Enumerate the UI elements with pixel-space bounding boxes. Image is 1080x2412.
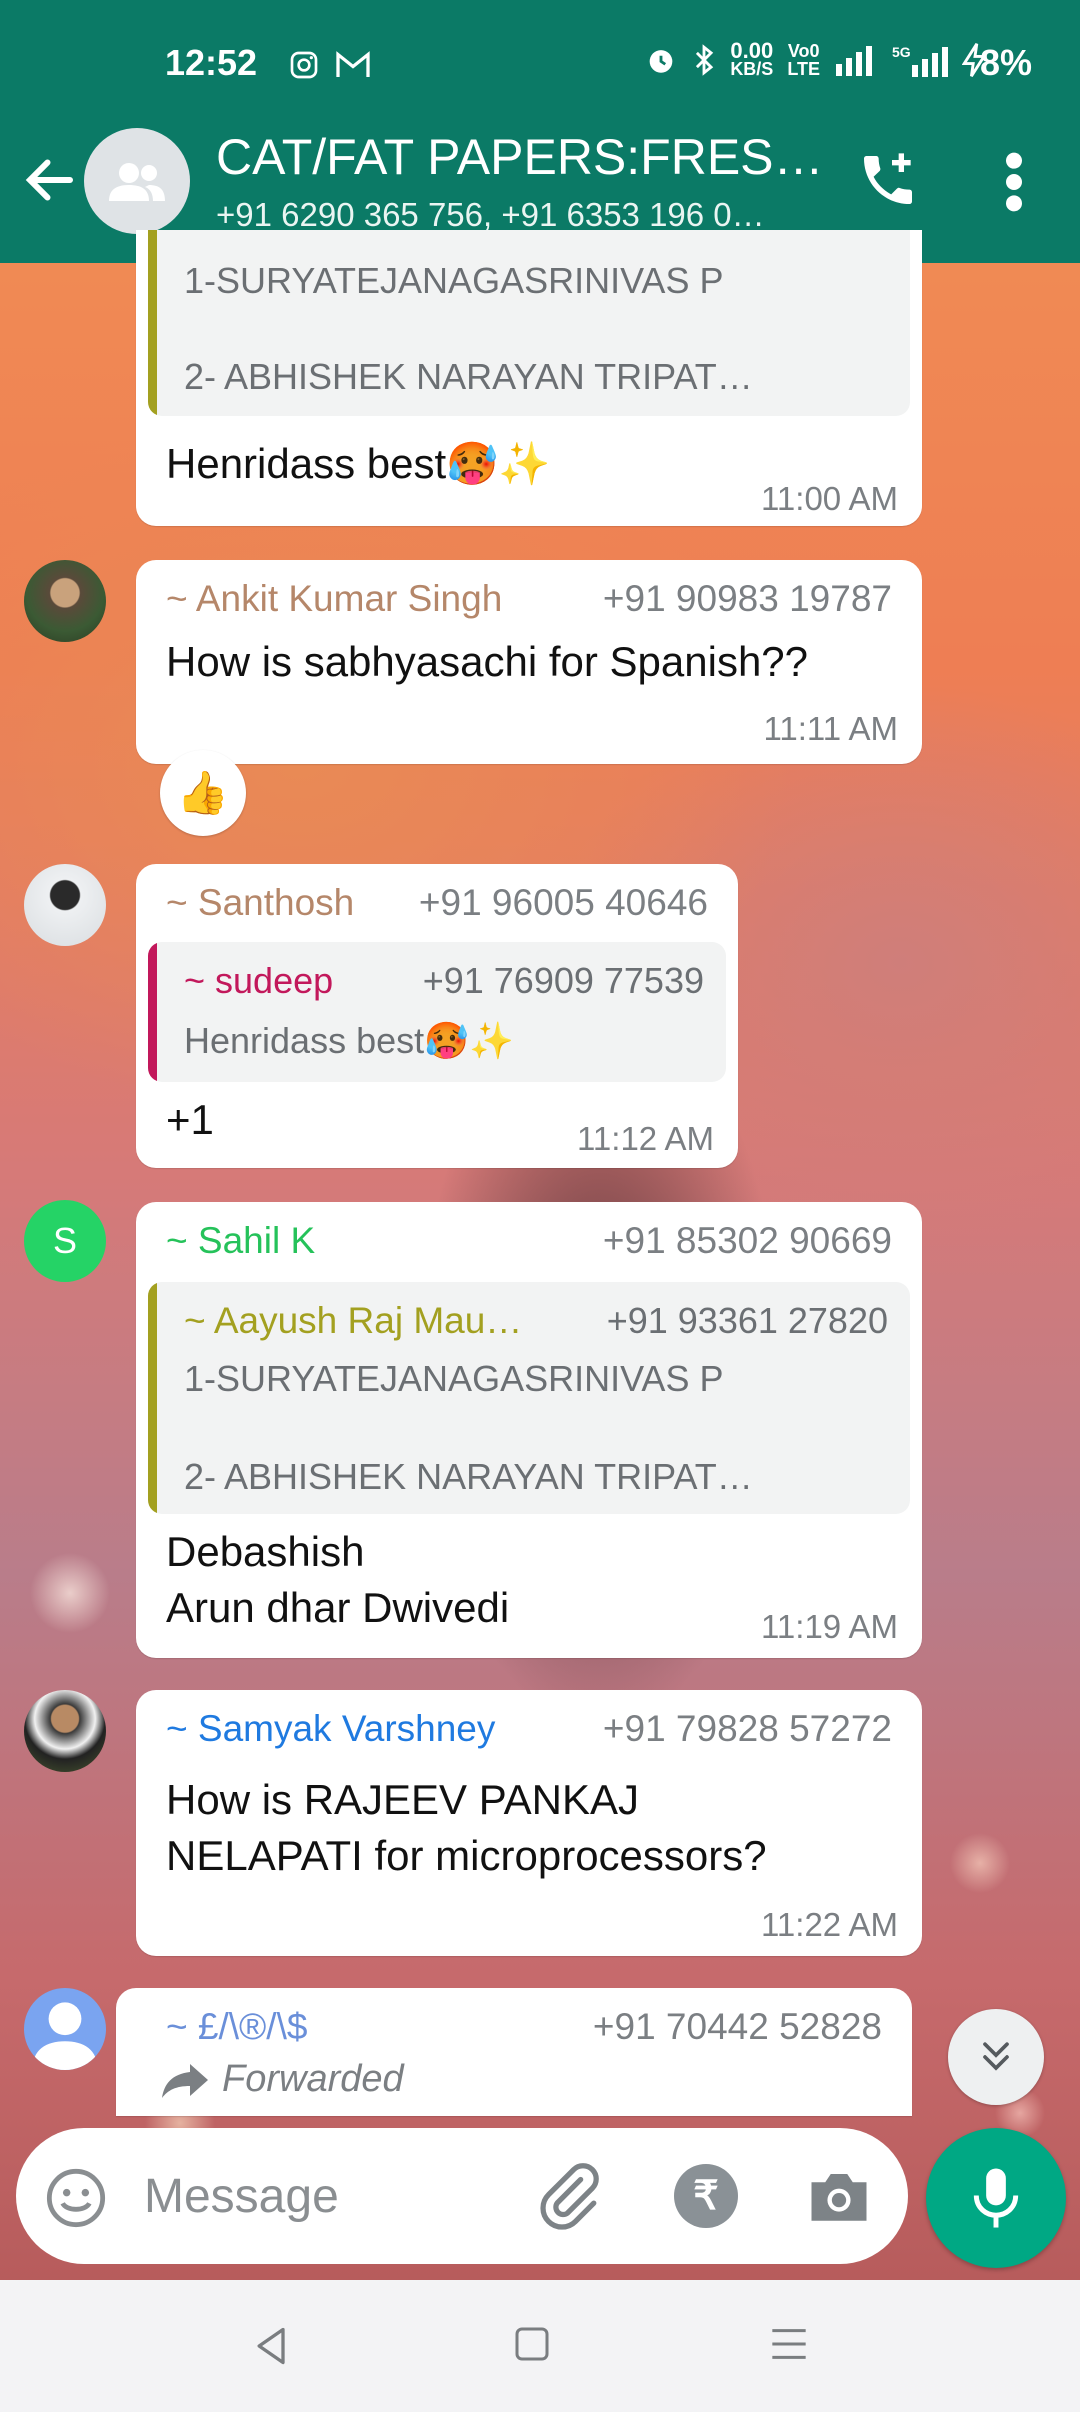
message-input[interactable] xyxy=(144,2162,524,2230)
message-bubble[interactable]: ~ Ankit Kumar Singh +91 90983 19787 How … xyxy=(136,560,922,764)
forward-icon xyxy=(162,2063,208,2098)
status-bar: 12:52 0.00 KB/S Vo0 LTE 5G 8% xyxy=(0,0,1080,120)
group-avatar[interactable] xyxy=(84,128,190,234)
sender-phone: +91 96005 40646 xyxy=(418,882,708,923)
gmail-icon xyxy=(336,50,370,77)
message-bubble[interactable]: ~ £/\®/\$ +91 70442 52828 Forwarded xyxy=(116,1988,912,2116)
sender-phone: +91 70442 52828 xyxy=(592,2006,882,2047)
add-call-icon[interactable] xyxy=(856,148,920,212)
mic-icon xyxy=(973,2168,1019,2228)
quoted-message[interactable]: 1-SURYATEJANAGASRINIVAS P 2- ABHISHEK NA… xyxy=(148,230,910,416)
message-text: How is RAJEEV PANKAJ NELAPATI for microp… xyxy=(166,1776,767,1879)
emoji-icon[interactable] xyxy=(44,2166,108,2230)
signal-5g-icon: 5G xyxy=(892,44,948,77)
message-time: 11:00 AM xyxy=(761,480,898,517)
quote-text: Henridass best🥵✨ xyxy=(184,1020,514,1061)
emoji: 🥵✨ xyxy=(424,1020,514,1061)
bluetooth-icon xyxy=(696,44,714,76)
message-bubble[interactable]: ~ Santhosh +91 96005 40646 ~ sudeep +91 … xyxy=(136,864,738,1168)
message-text: Debashish Arun dhar Dwivedi xyxy=(166,1528,510,1631)
quote-bar xyxy=(148,942,157,1082)
sender-name[interactable]: ~ £/\®/\$ xyxy=(166,2006,307,2047)
sender-name[interactable]: ~ Samyak Varshney xyxy=(166,1708,495,1749)
instagram-icon xyxy=(290,51,318,78)
message-bubble[interactable]: 1-SURYATEJANAGASRINIVAS P 2- ABHISHEK NA… xyxy=(136,230,922,526)
avatar[interactable] xyxy=(24,1988,106,2070)
alarm-icon xyxy=(649,50,673,73)
chat-members[interactable]: +91 6290 365 756, +91 6353 196 0… xyxy=(216,196,765,234)
default-avatar-icon xyxy=(32,2002,98,2070)
sender-row: ~ £/\®/\$ +91 70442 52828 xyxy=(166,2006,882,2048)
quoted-message[interactable]: ~ Aayush Raj Mau… +91 93361 27820 1-SURY… xyxy=(148,1282,910,1514)
quoted-message[interactable]: ~ sudeep +91 76909 77539 Henridass best🥵… xyxy=(148,942,726,1082)
sender-phone: +91 79828 57272 xyxy=(602,1708,892,1749)
back-arrow-icon[interactable] xyxy=(20,150,80,210)
avatar[interactable] xyxy=(24,864,106,946)
quote-sender: ~ sudeep xyxy=(184,960,334,1001)
sender-phone: +91 85302 90669 xyxy=(602,1220,892,1261)
group-icon xyxy=(109,163,165,201)
battery-level: 8% xyxy=(979,42,1032,83)
message-text: +1 xyxy=(166,1096,214,1143)
net-speed: 0.00 KB/S xyxy=(730,38,774,79)
message-bubble[interactable]: ~ Sahil K +91 85302 90669 ~ Aayush Raj M… xyxy=(136,1202,922,1658)
reaction-badge[interactable]: 👍 xyxy=(160,750,246,836)
sender-name[interactable]: ~ Santhosh xyxy=(166,882,354,923)
quote-phone: +91 93361 27820 xyxy=(606,1300,888,1341)
quote-text: 1-SURYATEJANAGASRINIVAS P xyxy=(184,1358,724,1399)
quote-text: 2- ABHISHEK NARAYAN TRIPAT… xyxy=(184,356,753,397)
sender-row: ~ Santhosh +91 96005 40646 xyxy=(166,882,708,924)
nav-back-icon[interactable] xyxy=(250,2324,294,2368)
message-time: 11:12 AM xyxy=(577,1120,714,1157)
chevrons-down-icon xyxy=(983,2042,1009,2071)
avatar[interactable]: S xyxy=(24,1200,106,1282)
sender-row: ~ Ankit Kumar Singh +91 90983 19787 xyxy=(166,578,892,620)
quote-bar xyxy=(148,1282,157,1514)
sender-phone: +91 90983 19787 xyxy=(602,578,892,619)
top-bar: 12:52 0.00 KB/S Vo0 LTE 5G 8% CAT/FAT PAP… xyxy=(0,0,1080,263)
attach-icon[interactable] xyxy=(534,2162,604,2232)
message-text: How is sabhyasachi for Spanish?? xyxy=(166,638,809,685)
notification-icons xyxy=(288,44,371,81)
rupee-icon[interactable]: ₹ xyxy=(674,2164,738,2228)
scroll-to-bottom-button[interactable] xyxy=(948,2009,1044,2105)
message-bubble[interactable]: ~ Samyak Varshney +91 79828 57272 How is… xyxy=(136,1690,922,1956)
sender-name[interactable]: ~ Ankit Kumar Singh xyxy=(166,578,502,619)
quote-sender: ~ Aayush Raj Mau… xyxy=(184,1300,523,1341)
message-text: Henridass best🥵✨ xyxy=(166,440,551,487)
quote-text: 1-SURYATEJANAGASRINIVAS P xyxy=(184,260,724,301)
quote-bar xyxy=(148,230,157,416)
sender-row: ~ Samyak Varshney +91 79828 57272 xyxy=(166,1708,892,1750)
nav-home-icon[interactable] xyxy=(512,2324,552,2364)
sender-name[interactable]: ~ Sahil K xyxy=(166,1220,315,1261)
forwarded-label: Forwarded xyxy=(160,2058,404,2101)
avatar[interactable] xyxy=(24,560,106,642)
more-vert-icon[interactable] xyxy=(1000,150,1028,214)
svg-text:5G: 5G xyxy=(892,44,911,60)
avatar[interactable] xyxy=(24,1690,106,1772)
volte-icon: Vo0 LTE xyxy=(787,41,820,79)
message-time: 11:19 AM xyxy=(761,1608,898,1645)
chat-title[interactable]: CAT/FAT PAPERS:FRES… xyxy=(216,128,824,186)
voice-message-button[interactable] xyxy=(926,2128,1066,2268)
signal-icon xyxy=(836,46,872,76)
status-right-icons: 0.00 KB/S Vo0 LTE 5G xyxy=(644,38,988,79)
message-composer: ₹ xyxy=(16,2128,908,2264)
message-time: 11:22 AM xyxy=(761,1906,898,1943)
quote-text: 2- ABHISHEK NARAYAN TRIPAT… xyxy=(184,1456,753,1497)
camera-icon[interactable] xyxy=(806,2164,872,2228)
system-nav-bar xyxy=(0,2280,1080,2412)
status-time: 12:52 xyxy=(165,42,258,83)
quote-phone: +91 76909 77539 xyxy=(422,960,704,1001)
emoji: 🥵✨ xyxy=(446,440,551,487)
message-time: 11:11 AM xyxy=(763,710,898,747)
sender-row: ~ Sahil K +91 85302 90669 xyxy=(166,1220,892,1262)
nav-recents-icon[interactable] xyxy=(768,2324,810,2364)
